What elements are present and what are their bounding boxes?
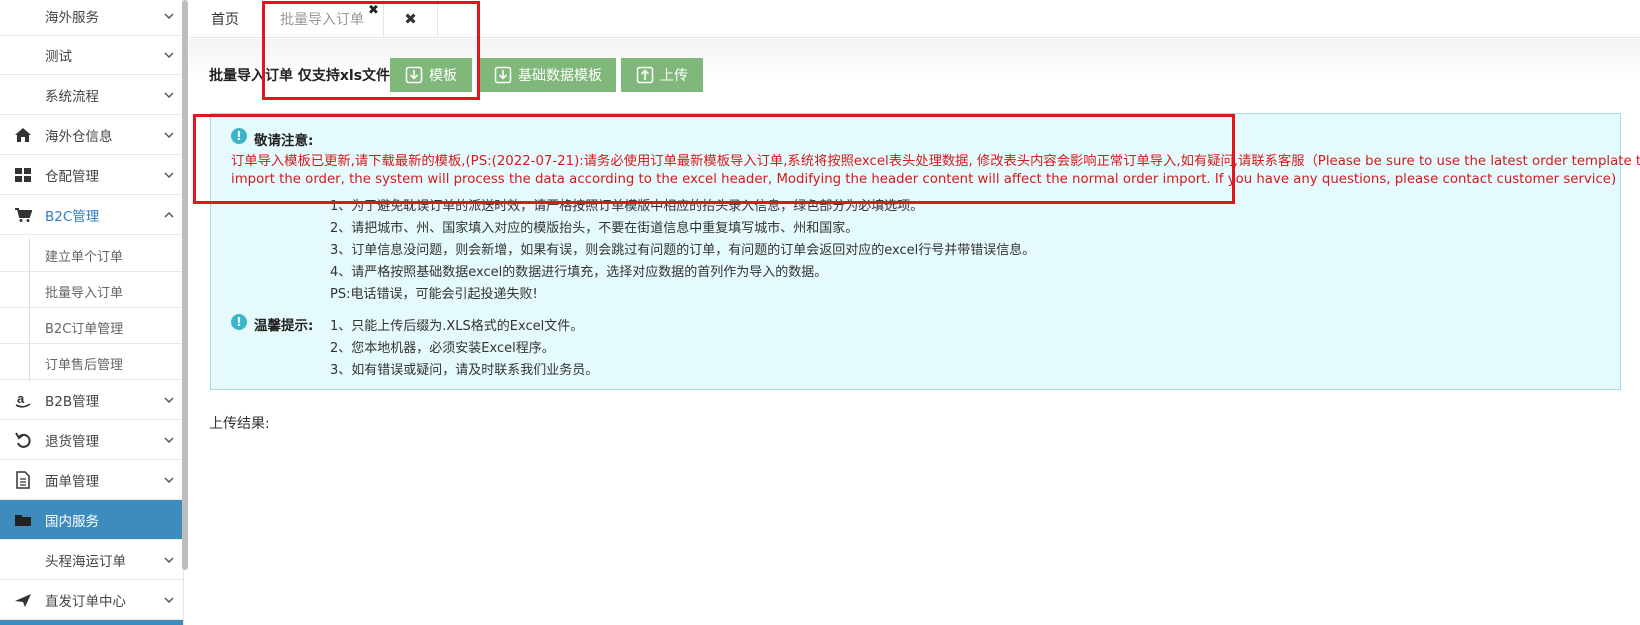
chevron-down-icon: [164, 556, 174, 563]
sidebar-subitem-b2c-orders[interactable]: B2C订单管理: [0, 308, 183, 344]
tip-line: 3、如有错误或疑问，请及时联系我们业务员。: [330, 363, 599, 378]
sidebar-item-returns[interactable]: 退货管理: [0, 420, 183, 460]
upload-result-label: 上传结果:: [209, 416, 270, 432]
svg-text:a: a: [17, 391, 25, 406]
document-icon: [12, 470, 34, 490]
notice-line: 1、为了避免耽误订单的派送时效，请严格按照订单模版中相应的抬头录入信息，绿色部分…: [330, 199, 924, 214]
sidebar-item-warehouse-info[interactable]: 海外仓信息: [0, 115, 183, 155]
sidebar-item-domestic-service[interactable]: 国内服务: [0, 500, 183, 540]
chevron-down-icon: [164, 476, 174, 483]
amazon-icon: a: [12, 390, 34, 410]
base-data-template-button[interactable]: 基础数据模板: [480, 58, 616, 92]
template-download-button[interactable]: 模板: [390, 58, 472, 92]
download-icon: [494, 66, 512, 84]
notice-line: 4、请严格按照基础数据excel的数据进行填充，选择对应数据的首列作为导入的数据…: [330, 265, 828, 280]
notice-red-line: 订单导入模板已更新,请下载最新的模板,(PS:(2022-07-21):请务必使…: [231, 154, 1640, 169]
tab-home[interactable]: 首页: [189, 0, 264, 38]
sidebar-item-sea-freight[interactable]: 头程海运订单: [0, 540, 183, 580]
chevron-down-icon: [164, 91, 174, 98]
chevron-down-icon: [164, 171, 174, 178]
chevron-down-icon: [164, 12, 174, 19]
notice-line: PS:电话错误，可能会引起投递失败!: [330, 287, 538, 302]
tab-bar: 首页 批量导入订单 ✖ ✖: [189, 0, 1640, 38]
chevron-down-icon: [164, 131, 174, 138]
notice-line: 3、订单信息没问题，则会新增，如果有误，则会跳过有问题的订单，有问题的订单会返回…: [330, 243, 1036, 258]
chevron-down-icon: [164, 51, 174, 58]
info-icon: !: [231, 314, 247, 330]
sidebar-item-system-flow[interactable]: 系统流程: [0, 75, 183, 115]
sidebar-scrollbar[interactable]: [182, 0, 188, 570]
upload-button[interactable]: 上传: [621, 58, 703, 92]
home-icon: [12, 125, 34, 145]
tips-heading: 温馨提示:: [254, 318, 314, 334]
sidebar-item-waybill[interactable]: 面单管理: [0, 460, 183, 500]
sidebar-item-b2b[interactable]: a B2B管理: [0, 380, 183, 420]
sidebar-subitem-after-sales[interactable]: 订单售后管理: [0, 344, 183, 380]
folder-icon: [12, 510, 34, 530]
chevron-up-icon: [164, 211, 174, 218]
sidebar-subitem-create-order[interactable]: 建立单个订单: [0, 236, 183, 272]
page-title: 批量导入订单 仅支持xls文件: [209, 68, 391, 84]
sidebar-item-test[interactable]: 测试: [0, 35, 183, 75]
upload-icon: [636, 66, 654, 84]
tip-line: 1、只能上传后缀为.XLS格式的Excel文件。: [330, 319, 584, 334]
grid-icon: [12, 165, 34, 185]
undo-icon: [12, 430, 34, 450]
tip-line: 2、您本地机器，必须安装Excel程序。: [330, 341, 555, 356]
sidebar-item-b2c[interactable]: B2C管理: [0, 195, 183, 235]
download-icon: [405, 66, 423, 84]
notice-red-line: import the order, the system will proces…: [231, 172, 1617, 187]
tab-close-icon[interactable]: ✖: [368, 3, 379, 18]
cart-icon: [12, 205, 34, 225]
close-all-tabs-button[interactable]: ✖: [384, 0, 438, 38]
plane-icon: [12, 590, 34, 610]
sidebar-active-bar: [0, 620, 183, 625]
info-icon: !: [231, 128, 247, 144]
chevron-down-icon: [164, 436, 174, 443]
chevron-down-icon: [164, 396, 174, 403]
sidebar-item-overseas-service[interactable]: 海外服务: [0, 0, 183, 36]
sidebar-subitem-batch-import[interactable]: 批量导入订单: [0, 272, 183, 308]
notice-heading: 敬请注意:: [254, 133, 314, 149]
notice-line: 2、请把城市、州、国家填入对应的模版抬头，不要在街道信息中重复填写城市、州和国家…: [330, 221, 859, 236]
tab-batch-import[interactable]: 批量导入订单: [264, 0, 384, 38]
sidebar-item-direct-orders[interactable]: 直发订单中心: [0, 580, 183, 620]
sidebar-item-warehouse-delivery[interactable]: 仓配管理: [0, 155, 183, 195]
chevron-down-icon: [164, 596, 174, 603]
sidebar: 海外服务 测试 系统流程 海外仓信息 仓配管理 B2C管理 建立单个订单 批量导…: [0, 0, 184, 625]
